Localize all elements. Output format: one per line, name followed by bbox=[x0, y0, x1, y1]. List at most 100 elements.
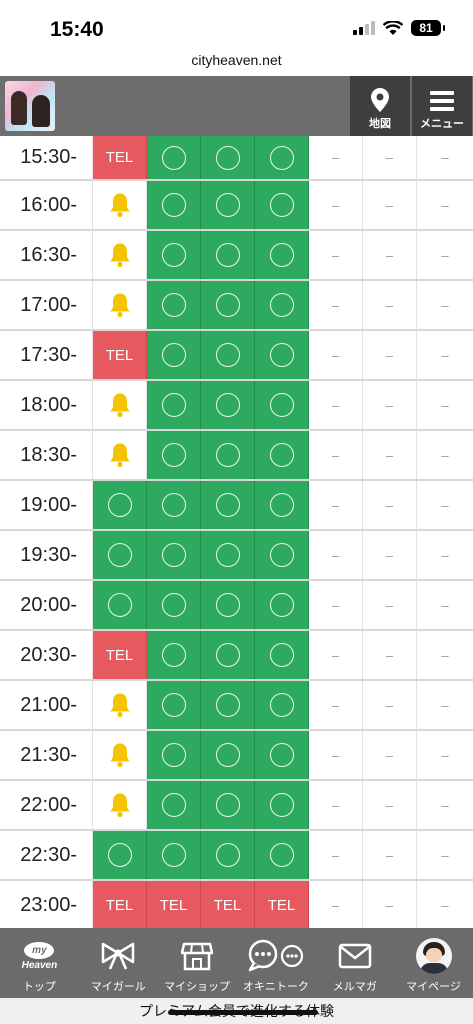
slot-available[interactable] bbox=[201, 581, 255, 629]
menu-button[interactable]: メニュー bbox=[412, 76, 472, 136]
circle-icon bbox=[215, 293, 240, 317]
slot-tel[interactable]: TEL bbox=[93, 331, 147, 379]
slot-available[interactable] bbox=[93, 531, 147, 579]
circle-icon bbox=[161, 145, 186, 170]
circle-icon bbox=[215, 543, 240, 567]
bell-icon bbox=[108, 192, 132, 218]
slot-closed: – bbox=[363, 381, 417, 429]
slot-available[interactable] bbox=[201, 531, 255, 579]
slot-tel[interactable]: TEL bbox=[201, 881, 255, 928]
dash-label: – bbox=[331, 597, 340, 613]
dash-label: – bbox=[385, 347, 394, 363]
slot-notify[interactable] bbox=[93, 731, 147, 779]
url-bar[interactable]: cityheaven.net bbox=[0, 46, 473, 76]
slot-notify[interactable] bbox=[93, 281, 147, 329]
schedule-row: 19:00- – – – bbox=[0, 481, 473, 531]
slot-available[interactable] bbox=[255, 331, 309, 379]
dash-label: – bbox=[441, 297, 449, 313]
slot-notify[interactable] bbox=[93, 231, 147, 279]
slot-available[interactable] bbox=[255, 831, 309, 879]
nav-my-shop[interactable]: マイショップ bbox=[158, 928, 237, 998]
slot-available[interactable] bbox=[147, 231, 201, 279]
slot-available[interactable] bbox=[201, 781, 255, 829]
slot-available[interactable] bbox=[255, 531, 309, 579]
slot-available[interactable] bbox=[201, 281, 255, 329]
nav-my-page[interactable]: マイページ bbox=[394, 928, 473, 998]
slot-available[interactable] bbox=[255, 781, 309, 829]
slot-available[interactable] bbox=[93, 581, 147, 629]
dash-label: – bbox=[331, 697, 340, 713]
slot-available[interactable] bbox=[201, 331, 255, 379]
slot-available[interactable] bbox=[201, 681, 255, 729]
slot-available[interactable] bbox=[93, 481, 147, 529]
slot-available[interactable] bbox=[255, 681, 309, 729]
slot-available[interactable] bbox=[147, 831, 201, 879]
slot-available[interactable] bbox=[201, 381, 255, 429]
slot-available[interactable] bbox=[255, 381, 309, 429]
slot-tel[interactable]: TEL bbox=[93, 881, 147, 928]
nav-okini-talk[interactable]: オキニトーク bbox=[236, 928, 315, 998]
bell-icon bbox=[108, 242, 132, 268]
status-bar: 15:40 81 bbox=[0, 0, 473, 46]
slot-tel[interactable]: TEL bbox=[93, 136, 147, 179]
slot-closed: – bbox=[363, 231, 417, 279]
slot-available[interactable] bbox=[147, 136, 201, 179]
circle-icon bbox=[107, 593, 132, 617]
slot-available[interactable] bbox=[147, 431, 201, 479]
slot-available[interactable] bbox=[201, 731, 255, 779]
slot-available[interactable] bbox=[147, 731, 201, 779]
slot-available[interactable] bbox=[255, 581, 309, 629]
circle-icon bbox=[161, 693, 186, 717]
slot-available[interactable] bbox=[255, 136, 309, 179]
slot-available[interactable] bbox=[201, 831, 255, 879]
slot-tel[interactable]: TEL bbox=[147, 881, 201, 928]
map-button[interactable]: 地図 bbox=[350, 76, 410, 136]
slot-available[interactable] bbox=[147, 581, 201, 629]
slot-available[interactable] bbox=[201, 631, 255, 679]
slot-available[interactable] bbox=[201, 136, 255, 179]
slot-tel[interactable]: TEL bbox=[93, 631, 147, 679]
slot-available[interactable] bbox=[255, 481, 309, 529]
slot-closed: – bbox=[417, 431, 473, 479]
time-slot-label: 23:00- bbox=[0, 881, 93, 928]
slot-available[interactable] bbox=[147, 281, 201, 329]
shop-thumbnail[interactable] bbox=[5, 81, 55, 131]
slot-closed: – bbox=[363, 181, 417, 229]
slot-available[interactable] bbox=[255, 181, 309, 229]
circle-icon bbox=[269, 493, 294, 517]
nav-mail-magazine[interactable]: メルマガ bbox=[315, 928, 394, 998]
slot-notify[interactable] bbox=[93, 781, 147, 829]
nav-my-girl[interactable]: マイガール bbox=[79, 928, 158, 998]
circle-icon bbox=[269, 793, 294, 817]
slot-available[interactable] bbox=[147, 181, 201, 229]
slot-available[interactable] bbox=[255, 731, 309, 779]
slot-closed: – bbox=[309, 581, 363, 629]
slot-available[interactable] bbox=[255, 281, 309, 329]
slot-available[interactable] bbox=[147, 331, 201, 379]
slot-available[interactable] bbox=[201, 231, 255, 279]
slot-tel[interactable]: TEL bbox=[255, 881, 309, 928]
slot-notify[interactable] bbox=[93, 381, 147, 429]
avatar-icon bbox=[415, 938, 452, 974]
slot-closed: – bbox=[363, 481, 417, 529]
slot-available[interactable] bbox=[201, 181, 255, 229]
dash-label: – bbox=[385, 150, 394, 165]
slot-available[interactable] bbox=[255, 631, 309, 679]
slot-notify[interactable] bbox=[93, 181, 147, 229]
dash-label: – bbox=[441, 447, 449, 463]
slot-available[interactable] bbox=[147, 531, 201, 579]
slot-available[interactable] bbox=[201, 431, 255, 479]
slot-available[interactable] bbox=[255, 231, 309, 279]
nav-top[interactable]: my Heaven トップ bbox=[0, 928, 79, 998]
slot-available[interactable] bbox=[201, 481, 255, 529]
slot-available[interactable] bbox=[147, 481, 201, 529]
slot-available[interactable] bbox=[147, 631, 201, 679]
slot-available[interactable] bbox=[93, 831, 147, 879]
slot-available[interactable] bbox=[255, 431, 309, 479]
slot-closed: – bbox=[363, 281, 417, 329]
slot-available[interactable] bbox=[147, 781, 201, 829]
slot-available[interactable] bbox=[147, 681, 201, 729]
slot-notify[interactable] bbox=[93, 681, 147, 729]
slot-available[interactable] bbox=[147, 381, 201, 429]
slot-notify[interactable] bbox=[93, 431, 147, 479]
